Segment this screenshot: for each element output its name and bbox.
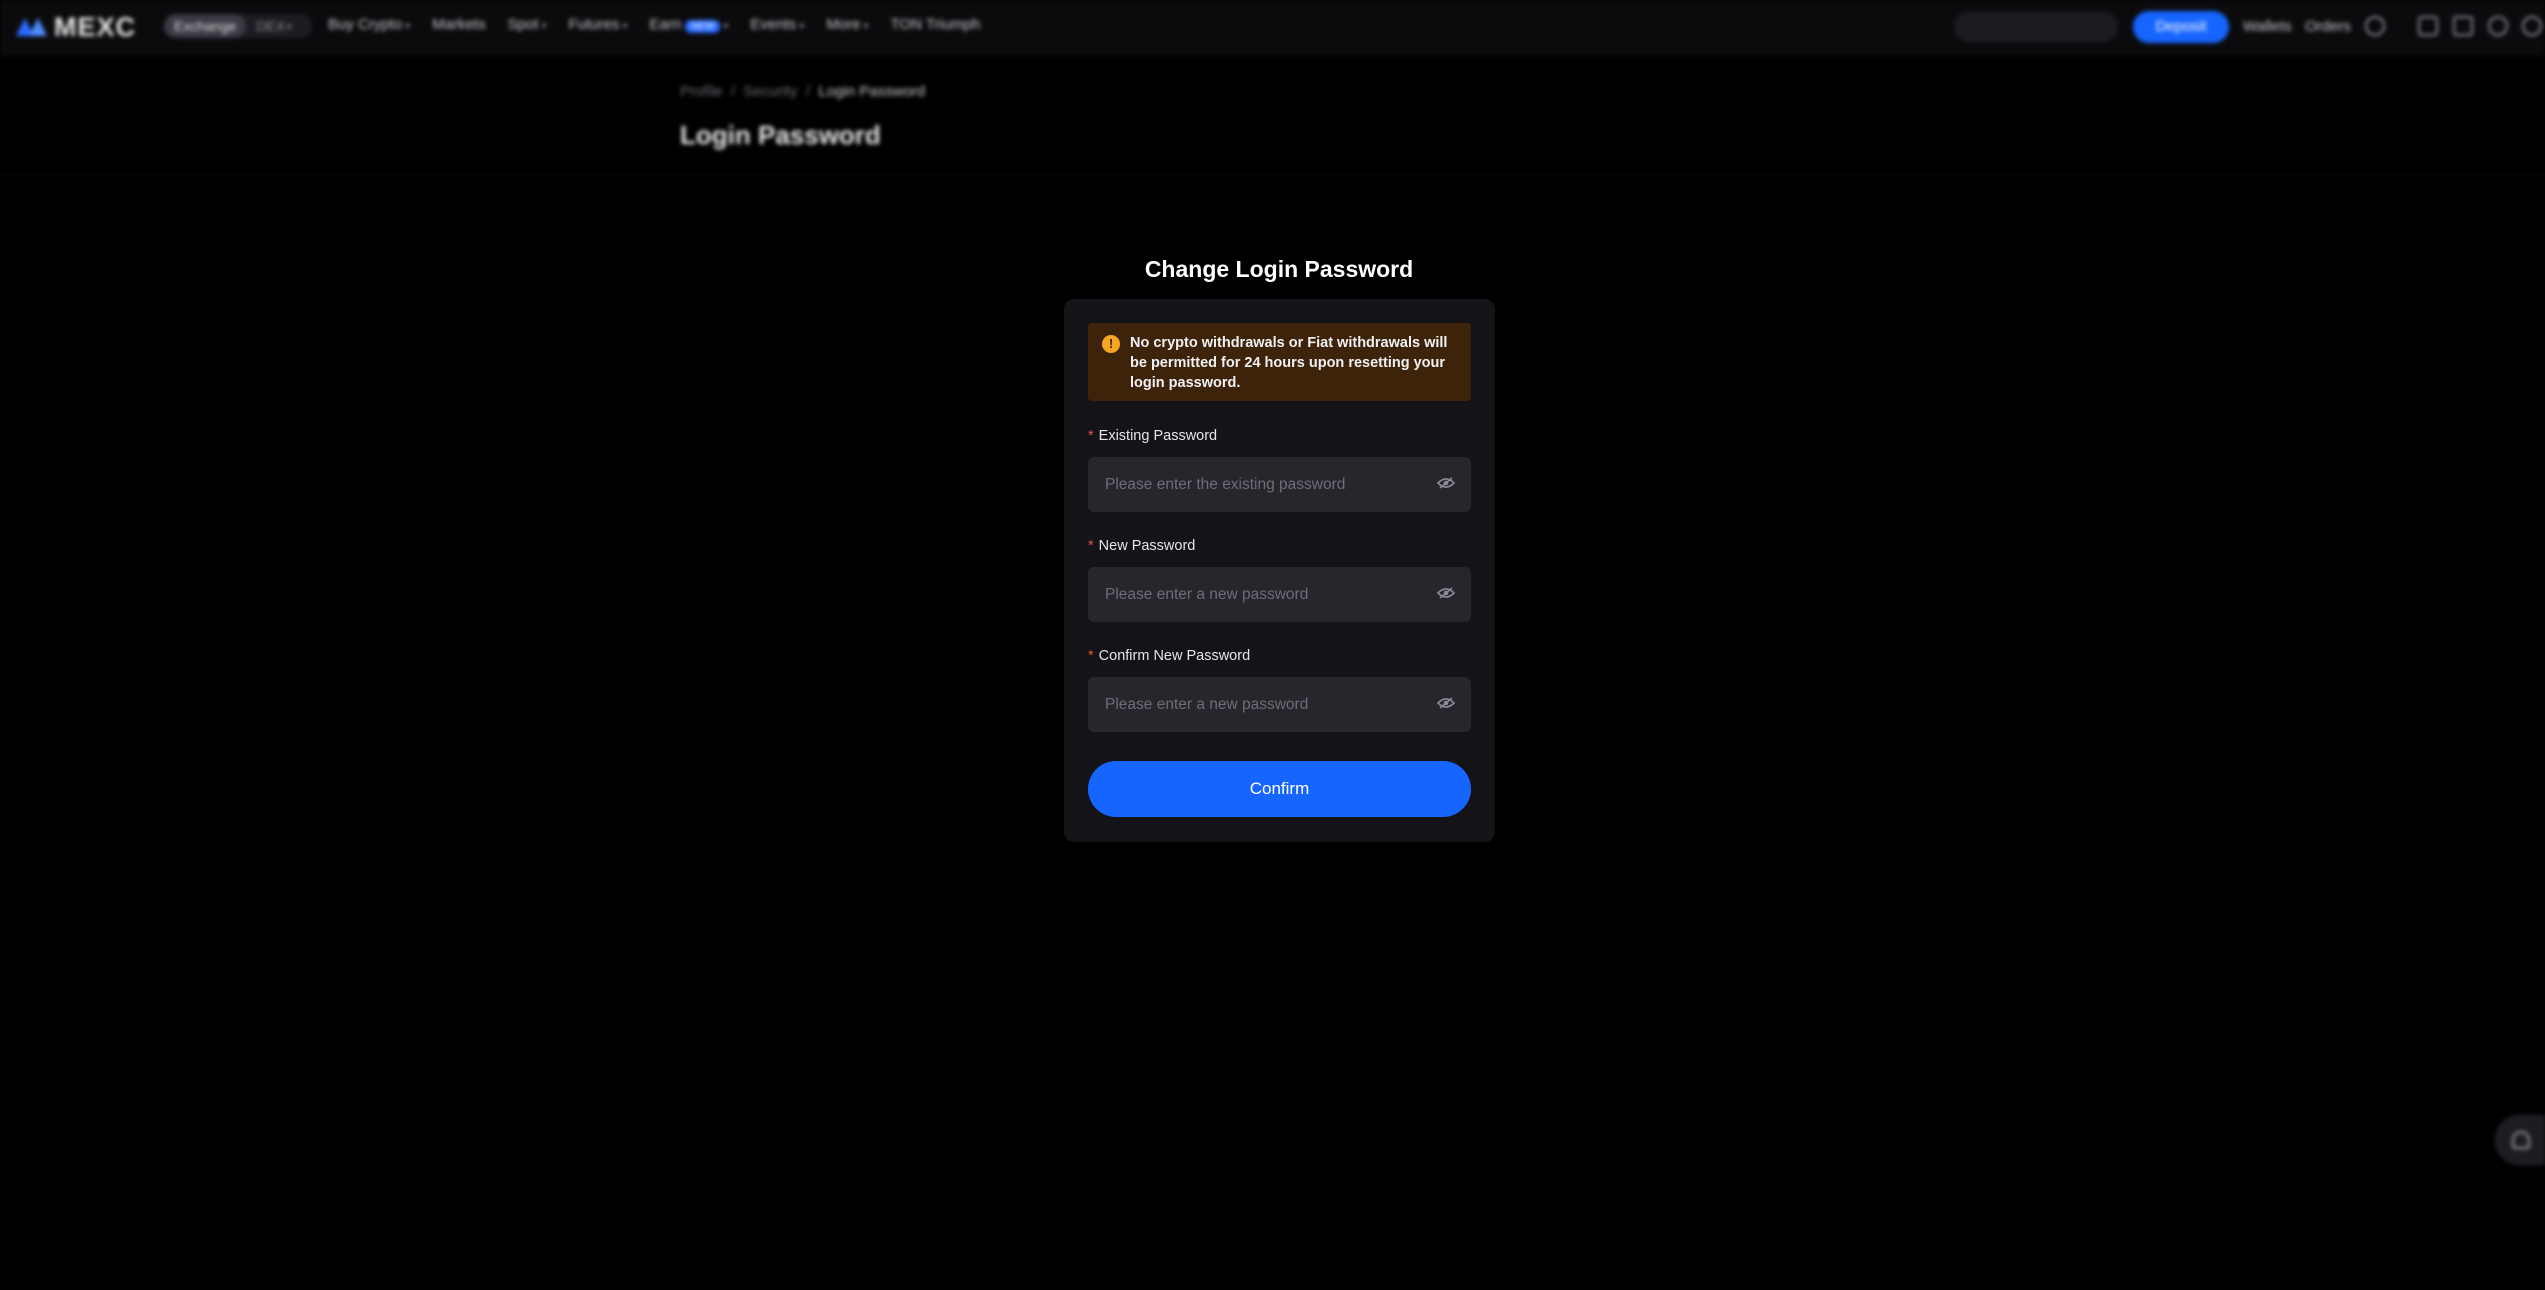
deposit-button[interactable]: Deposit bbox=[2133, 11, 2229, 43]
nav-buy-crypto[interactable]: Buy Crypto ▾ bbox=[328, 16, 410, 33]
caret-down-icon: ▾ bbox=[622, 21, 628, 32]
new-password-field[interactable] bbox=[1088, 567, 1471, 622]
nav-events[interactable]: Events ▾ bbox=[750, 16, 804, 33]
breadcrumb-separator: / bbox=[801, 83, 819, 100]
logo-text: MEXC bbox=[54, 11, 137, 42]
headset-icon bbox=[2512, 1131, 2530, 1149]
new-password-label: * New Password bbox=[1088, 538, 1195, 554]
existing-password-label: * Existing Password bbox=[1088, 428, 1217, 444]
breadcrumb-current: Login Password bbox=[818, 83, 926, 100]
label-text: Existing Password bbox=[1098, 428, 1218, 444]
nav-label: More bbox=[826, 16, 861, 33]
label-text: New Password bbox=[1098, 538, 1196, 554]
caret-down-icon: ▾ bbox=[863, 21, 869, 32]
nav-label: Futures bbox=[568, 16, 620, 33]
nav-label: Earn bbox=[649, 16, 682, 33]
segment-dex[interactable]: DEX+ bbox=[246, 18, 303, 34]
confirm-password-input[interactable] bbox=[1088, 677, 1435, 732]
confirm-password-field[interactable] bbox=[1088, 677, 1471, 732]
eye-off-icon[interactable] bbox=[1437, 477, 1455, 489]
user-avatar-icon[interactable] bbox=[2365, 16, 2385, 36]
nav-spot[interactable]: Spot ▾ bbox=[508, 16, 547, 33]
nav-ton-triumph[interactable]: TON Triumph bbox=[891, 16, 981, 33]
top-navigation-bar: MEXC Exchange DEX+ Buy Crypto ▾ Markets S… bbox=[0, 0, 2545, 55]
nav-label: Events bbox=[750, 16, 797, 33]
exchange-dex-switch[interactable]: Exchange DEX+ bbox=[164, 14, 312, 38]
dialog-title: Change Login Password bbox=[1144, 256, 1414, 282]
existing-password-field[interactable] bbox=[1088, 457, 1471, 512]
theme-toggle-icon[interactable] bbox=[2522, 16, 2542, 36]
nav-label: Buy Crypto bbox=[328, 16, 403, 33]
warning-text: No crypto withdrawals or Fiat withdrawal… bbox=[1130, 335, 1448, 391]
nav-more[interactable]: More ▾ bbox=[826, 16, 868, 33]
logo-mark-icon bbox=[16, 18, 48, 36]
change-password-dialog: ! No crypto withdrawals or Fiat withdraw… bbox=[1064, 299, 1495, 842]
confirm-button[interactable]: Confirm bbox=[1088, 761, 1471, 817]
required-mark: * bbox=[1088, 538, 1094, 554]
nav-earn[interactable]: Earn NEW ▾ bbox=[649, 16, 728, 33]
warning-banner: ! No crypto withdrawals or Fiat withdraw… bbox=[1088, 323, 1471, 401]
customer-support-button[interactable] bbox=[2495, 1115, 2545, 1165]
required-mark: * bbox=[1088, 648, 1094, 664]
orders-link[interactable]: Orders bbox=[2305, 18, 2351, 35]
new-badge: NEW bbox=[685, 20, 721, 33]
info-icon: ! bbox=[1102, 335, 1120, 353]
eye-off-icon[interactable] bbox=[1437, 587, 1455, 599]
required-mark: * bbox=[1088, 428, 1094, 444]
caret-down-icon: ▾ bbox=[799, 21, 805, 32]
main-nav: Buy Crypto ▾ Markets Spot ▾ Futures ▾ Earn N… bbox=[328, 16, 980, 33]
label-text: Confirm New Password bbox=[1098, 648, 1251, 664]
new-password-input[interactable] bbox=[1088, 567, 1435, 622]
nav-markets[interactable]: Markets bbox=[432, 16, 485, 33]
breadcrumb: Profile / Security / Login Password bbox=[680, 83, 925, 100]
confirm-password-label: * Confirm New Password bbox=[1088, 648, 1250, 664]
download-icon[interactable] bbox=[2453, 16, 2473, 36]
notification-icon[interactable] bbox=[2418, 16, 2438, 36]
breadcrumb-profile[interactable]: Profile bbox=[680, 83, 723, 100]
caret-down-icon: ▾ bbox=[405, 21, 411, 32]
breadcrumb-security[interactable]: Security bbox=[743, 83, 797, 100]
search-input[interactable] bbox=[1954, 12, 2118, 42]
mexc-logo[interactable]: MEXC bbox=[16, 12, 136, 42]
nav-label: Spot bbox=[507, 16, 539, 33]
page-title: Login Password bbox=[680, 120, 881, 150]
caret-down-icon: ▾ bbox=[541, 21, 547, 32]
caret-down-icon: ▾ bbox=[723, 21, 729, 32]
divider bbox=[0, 174, 2545, 175]
existing-password-input[interactable] bbox=[1088, 457, 1435, 512]
nav-futures[interactable]: Futures ▾ bbox=[568, 16, 627, 33]
eye-off-icon[interactable] bbox=[1437, 697, 1455, 709]
segment-exchange[interactable]: Exchange bbox=[164, 14, 247, 38]
wallets-link[interactable]: Wallets bbox=[2243, 18, 2292, 35]
breadcrumb-separator: / bbox=[726, 83, 744, 100]
globe-icon[interactable] bbox=[2488, 16, 2508, 36]
